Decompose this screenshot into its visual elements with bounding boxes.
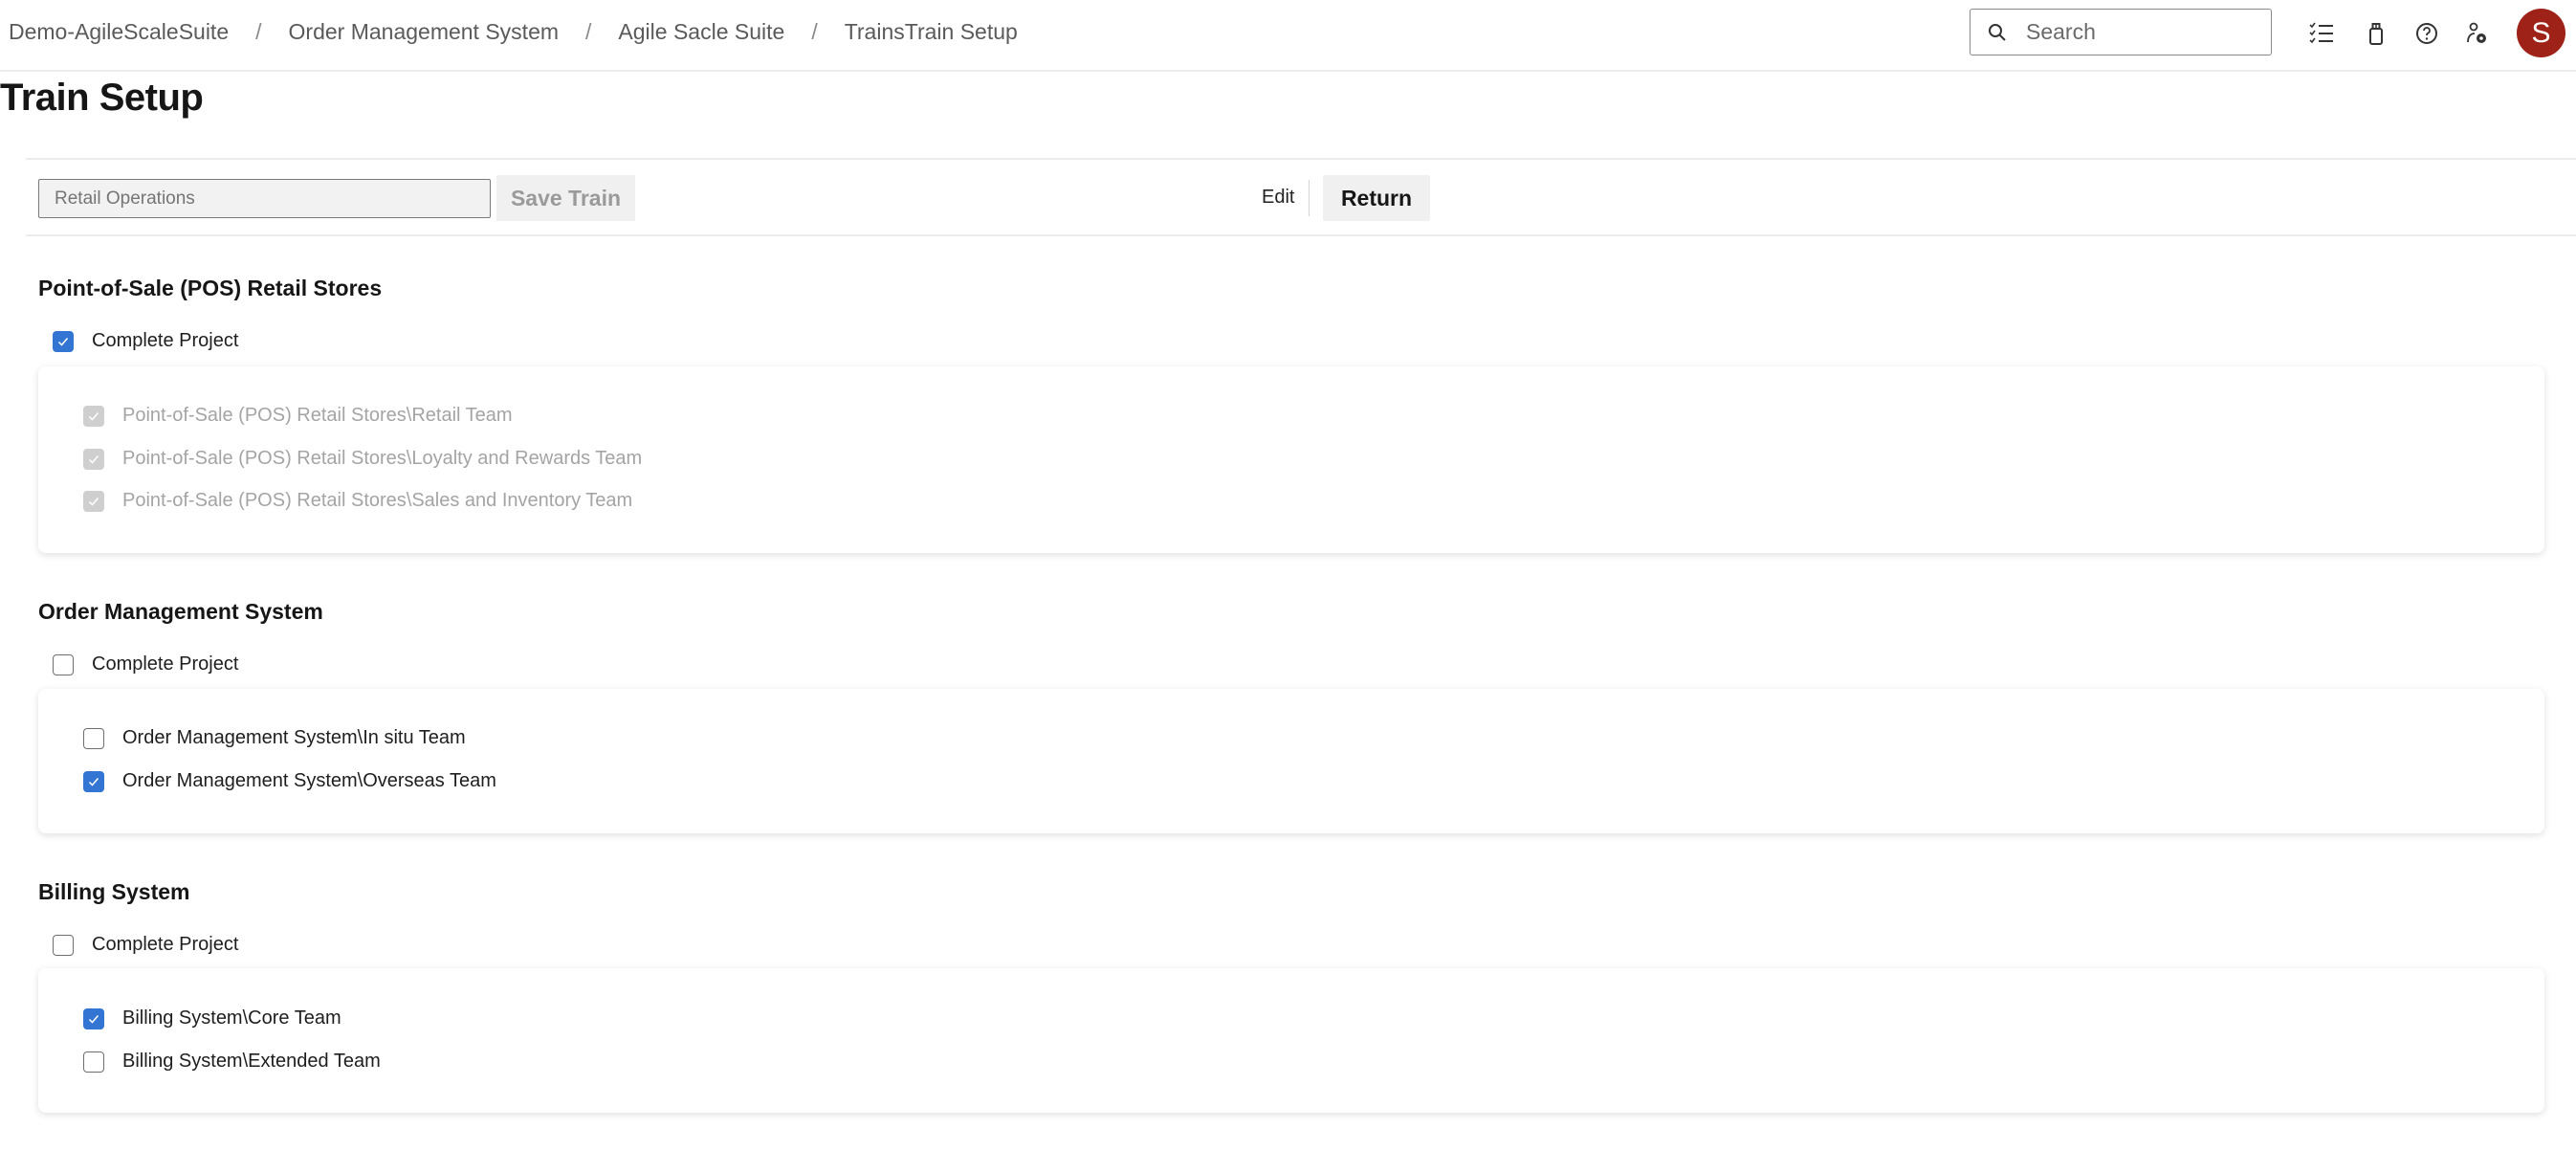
train-name-input[interactable] — [38, 179, 491, 218]
help-icon[interactable] — [2412, 19, 2441, 48]
breadcrumb-item-order-management[interactable]: Order Management System — [289, 19, 560, 45]
complete-project-checkbox[interactable] — [53, 654, 74, 675]
check-icon — [88, 498, 99, 506]
team-label: Billing System\Extended Team — [122, 1051, 381, 1072]
breadcrumb-separator: / — [811, 19, 818, 44]
check-icon — [88, 412, 99, 421]
breadcrumb: Demo-AgileScaleSuite / Order Management … — [9, 19, 1018, 45]
project-title: Order Management System — [38, 599, 323, 624]
save-train-button[interactable]: Save Train — [496, 175, 635, 221]
team-label: Point-of-Sale (POS) Retail Stores\Retail… — [122, 405, 513, 426]
team-label: Billing System\Core Team — [122, 1007, 341, 1029]
complete-project-checkbox[interactable] — [53, 935, 74, 956]
team-checkbox[interactable] — [83, 728, 104, 749]
check-icon — [88, 1015, 99, 1024]
divider — [26, 158, 2576, 160]
breadcrumb-separator: / — [255, 19, 262, 44]
team-panel — [38, 689, 2544, 833]
team-panel — [38, 968, 2544, 1113]
team-label: Point-of-Sale (POS) Retail Stores\Sales … — [122, 490, 633, 511]
top-header: Demo-AgileScaleSuite / Order Management … — [0, 0, 2576, 72]
breadcrumb-item-demo[interactable]: Demo-AgileScaleSuite — [9, 19, 229, 45]
search-placeholder: Search — [2026, 19, 2096, 44]
team-checkbox — [83, 491, 104, 512]
search-input[interactable]: Search — [1970, 9, 2272, 55]
user-settings-icon[interactable] — [2463, 19, 2492, 48]
shopping-bag-icon[interactable] — [2362, 19, 2390, 48]
complete-project-label: Complete Project — [92, 934, 239, 955]
team-checkbox[interactable] — [83, 1051, 104, 1073]
team-checkbox — [83, 406, 104, 427]
team-checkbox[interactable] — [83, 771, 104, 792]
complete-project-label: Complete Project — [92, 330, 239, 351]
breadcrumb-separator: / — [585, 19, 592, 44]
project-title: Billing System — [38, 879, 190, 904]
toolbar-separator — [1309, 180, 1310, 216]
team-checkbox — [83, 449, 104, 470]
team-label: Point-of-Sale (POS) Retail Stores\Loyalt… — [122, 448, 643, 469]
complete-project-label: Complete Project — [92, 653, 239, 675]
check-icon — [88, 778, 99, 786]
page-title: Train Setup — [0, 77, 204, 119]
project-title: Point-of-Sale (POS) Retail Stores — [38, 276, 383, 300]
return-button[interactable]: Return — [1323, 175, 1430, 221]
check-icon — [88, 455, 99, 464]
search-icon — [1989, 23, 2006, 41]
complete-project-checkbox[interactable] — [53, 331, 74, 352]
breadcrumb-item-current: TrainsTrain Setup — [844, 19, 1018, 44]
edit-button[interactable]: Edit — [1262, 187, 1294, 209]
team-checkbox[interactable] — [83, 1008, 104, 1029]
breadcrumb-item-agile-suite[interactable]: Agile Sacle Suite — [618, 19, 784, 45]
avatar[interactable]: S — [2517, 9, 2565, 57]
check-icon — [57, 338, 69, 346]
team-label: Order Management System\Overseas Team — [122, 770, 496, 791]
divider — [26, 234, 2576, 236]
checklist-icon[interactable] — [2307, 19, 2336, 48]
team-label: Order Management System\In situ Team — [122, 727, 466, 748]
